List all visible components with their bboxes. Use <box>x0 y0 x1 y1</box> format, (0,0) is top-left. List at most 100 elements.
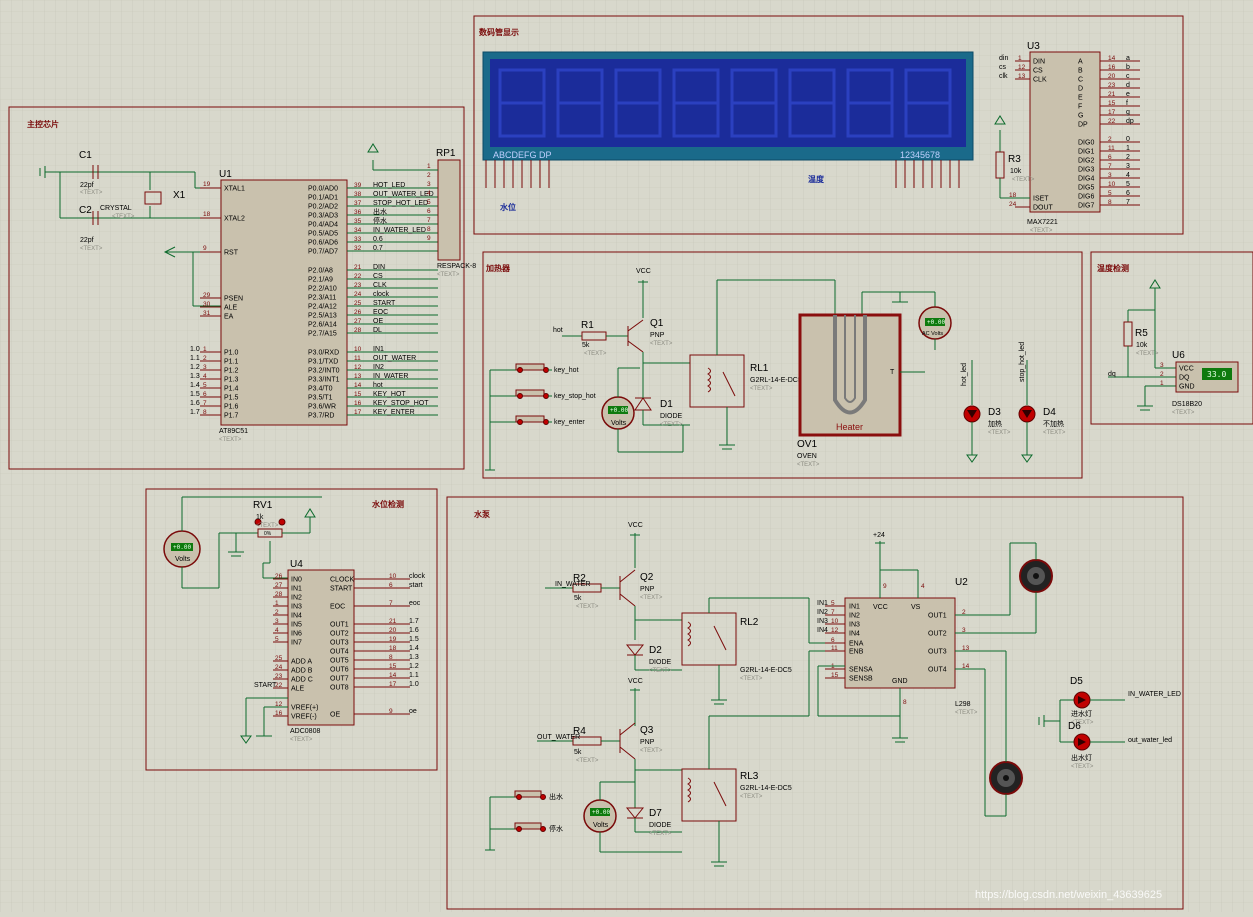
d6-ref: D6 <box>1068 721 1081 732</box>
svg-text:37: 37 <box>354 200 362 207</box>
d2-ref: D2 <box>649 645 662 656</box>
rv1-value: 1k <box>256 514 264 521</box>
rp1-pin: 8 <box>427 226 431 233</box>
p1-label: 1.4 <box>190 382 200 389</box>
svg-text:5: 5 <box>831 600 835 607</box>
svg-text:D: D <box>1078 86 1083 93</box>
svg-text:OUT4: OUT4 <box>330 649 349 656</box>
svg-text:20: 20 <box>389 627 397 634</box>
svg-text:16: 16 <box>1108 64 1116 71</box>
svg-text:19: 19 <box>389 636 397 643</box>
svg-text:e: e <box>1126 91 1130 98</box>
svg-text:KEY_STOP_HOT: KEY_STOP_HOT <box>373 400 429 407</box>
svg-text:SENSA: SENSA <box>849 667 873 674</box>
rl3-text: <TEXT> <box>740 794 763 800</box>
pump-meter-label: Volts <box>593 822 609 829</box>
svg-text:停水: 停水 <box>373 216 387 225</box>
u6-text: <TEXT> <box>1172 410 1195 416</box>
svg-text:key_stop_hot: key_stop_hot <box>554 393 596 400</box>
svg-text:B: B <box>1078 68 1083 75</box>
svg-text:DIG6: DIG6 <box>1078 194 1094 201</box>
q1-value: PNP <box>650 332 665 339</box>
svg-text:P3.3/INT1: P3.3/INT1 <box>308 377 340 384</box>
svg-text:P2.6/A14: P2.6/A14 <box>308 322 337 329</box>
q3-value: PNP <box>640 739 655 746</box>
rp1-ref: RP1 <box>436 148 456 159</box>
svg-text:P2.5/A13: P2.5/A13 <box>308 313 337 320</box>
u4-start-net: START <box>254 682 277 689</box>
u2-text: <TEXT> <box>955 710 978 716</box>
ac-meter-value: +0.00 <box>927 319 945 326</box>
svg-text:DIG2: DIG2 <box>1078 158 1094 165</box>
svg-text:ADD A: ADD A <box>291 659 312 666</box>
rp1-pin: 4 <box>427 190 431 197</box>
svg-text:23: 23 <box>354 282 362 289</box>
svg-text:KEY_HOT: KEY_HOT <box>373 391 406 398</box>
svg-text:27: 27 <box>275 582 283 589</box>
svg-text:ADD B: ADD B <box>291 668 313 675</box>
svg-text:P1.7: P1.7 <box>224 413 239 420</box>
svg-text:0.6: 0.6 <box>373 236 383 243</box>
heater-meter-value: +0.00 <box>610 407 628 414</box>
d1-ref: D1 <box>660 399 673 410</box>
svg-text:P3.4/T0: P3.4/T0 <box>308 386 333 393</box>
svg-text:P0.2/AD2: P0.2/AD2 <box>308 204 338 211</box>
svg-text:1.3: 1.3 <box>409 654 419 661</box>
svg-text:IN2: IN2 <box>291 595 302 602</box>
svg-text:P0.5/AD5: P0.5/AD5 <box>308 231 338 238</box>
svg-text:18: 18 <box>203 211 211 218</box>
q1-ref: Q1 <box>650 318 664 329</box>
svg-text:3: 3 <box>1160 362 1164 369</box>
p1-label: 1.1 <box>190 355 200 362</box>
r5-ref: R5 <box>1135 328 1148 339</box>
rp1-pin: 7 <box>427 217 431 224</box>
svg-text:P2.7/A15: P2.7/A15 <box>308 331 337 338</box>
d4-value: 不加热 <box>1043 419 1064 428</box>
u2-ref: U2 <box>955 577 968 588</box>
svg-text:VS: VS <box>911 604 921 611</box>
svg-text:IN2: IN2 <box>849 613 860 620</box>
svg-text:7: 7 <box>1108 163 1112 170</box>
u6-display: 33.0 <box>1207 370 1226 379</box>
svg-text:3: 3 <box>1126 163 1130 170</box>
svg-text:20: 20 <box>1108 73 1116 80</box>
r2-value: 5k <box>574 595 582 602</box>
svg-text:CLK: CLK <box>373 282 387 289</box>
svg-text:28: 28 <box>354 327 362 334</box>
svg-text:27: 27 <box>354 318 362 325</box>
svg-text:停水: 停水 <box>549 824 563 833</box>
svg-text:IN1: IN1 <box>817 600 828 607</box>
svg-text:38: 38 <box>354 191 362 198</box>
d3-text: <TEXT> <box>988 430 1011 436</box>
q3-ref: Q3 <box>640 725 654 736</box>
svg-text:10: 10 <box>389 573 397 580</box>
svg-text:P1.5: P1.5 <box>224 395 239 402</box>
svg-text:14: 14 <box>389 672 397 679</box>
svg-text:5: 5 <box>1126 181 1130 188</box>
svg-text:P3.0/RXD: P3.0/RXD <box>308 350 339 357</box>
svg-text:IN3: IN3 <box>817 618 828 625</box>
svg-text:HOT_LED: HOT_LED <box>373 182 405 189</box>
svg-text:DIG5: DIG5 <box>1078 185 1094 192</box>
svg-text:26: 26 <box>354 309 362 316</box>
svg-text:IN6: IN6 <box>291 631 302 638</box>
svg-text:1.6: 1.6 <box>409 627 419 634</box>
svg-text:1.7: 1.7 <box>409 618 419 625</box>
svg-text:ISET: ISET <box>1033 196 1049 203</box>
rp1-pin: 9 <box>427 235 431 242</box>
svg-text:16: 16 <box>275 710 283 717</box>
svg-text:32: 32 <box>354 245 362 252</box>
svg-text:a: a <box>1126 55 1130 62</box>
c1-ref: C1 <box>79 150 92 161</box>
svg-text:ENA: ENA <box>849 641 864 648</box>
p1-label: 1.5 <box>190 391 200 398</box>
svg-text:15: 15 <box>354 391 362 398</box>
p1-label: 1.0 <box>190 346 200 353</box>
svg-text:12: 12 <box>1018 64 1026 71</box>
svg-text:34: 34 <box>354 227 362 234</box>
rl2-text: <TEXT> <box>740 676 763 682</box>
svg-text:21: 21 <box>354 264 362 271</box>
svg-text:IN2: IN2 <box>373 364 384 371</box>
rl1-ref: RL1 <box>750 363 769 374</box>
svg-text:din: din <box>999 55 1008 62</box>
